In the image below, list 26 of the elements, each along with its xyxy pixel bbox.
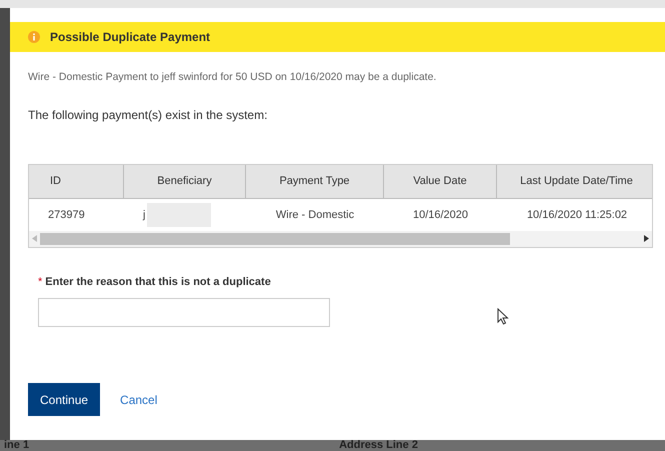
background-label: Address Line 2	[339, 440, 418, 451]
table-cell-text: j	[143, 208, 146, 222]
column-header[interactable]: ID	[29, 164, 124, 198]
reason-label: Enter the reason that this is not a duplicate	[45, 274, 271, 290]
dialog-title: Possible Duplicate Payment	[50, 29, 210, 46]
column-header[interactable]: Payment Type	[246, 164, 384, 198]
table-cell-text: Wire - Domestic	[276, 208, 354, 222]
required-mark: *	[38, 274, 42, 290]
subheading: The following payment(s) exist in the system:	[28, 106, 268, 124]
cancel-link[interactable]: Cancel	[120, 390, 158, 409]
reason-input-field[interactable]	[38, 298, 330, 328]
table-cell-text: 10/16/2020 11:25:02	[526, 208, 628, 222]
table-cell-text: 10/16/2020	[412, 208, 468, 222]
info-icon	[28, 31, 40, 43]
column-header[interactable]: Value Date	[384, 164, 497, 198]
background-label: ine 1	[4, 440, 30, 451]
scroll-right-icon[interactable]	[644, 235, 649, 242]
scrollbar-thumb[interactable]	[40, 232, 510, 245]
table-cell-text: 273979	[48, 208, 85, 222]
column-header[interactable]: Beneficiary	[124, 164, 246, 198]
duplicate-message: Wire - Domestic Payment to jeff swinford for 50 USD on 10/16/2020 may be a duplicate.	[28, 70, 438, 85]
column-header[interactable]: Last Update Date/Time	[497, 164, 652, 198]
continue-button[interactable]: Continue	[28, 383, 100, 416]
horizontal-scrollbar[interactable]	[29, 230, 652, 247]
scroll-left-icon[interactable]	[32, 235, 37, 242]
mouse-pointer-icon	[497, 308, 509, 326]
